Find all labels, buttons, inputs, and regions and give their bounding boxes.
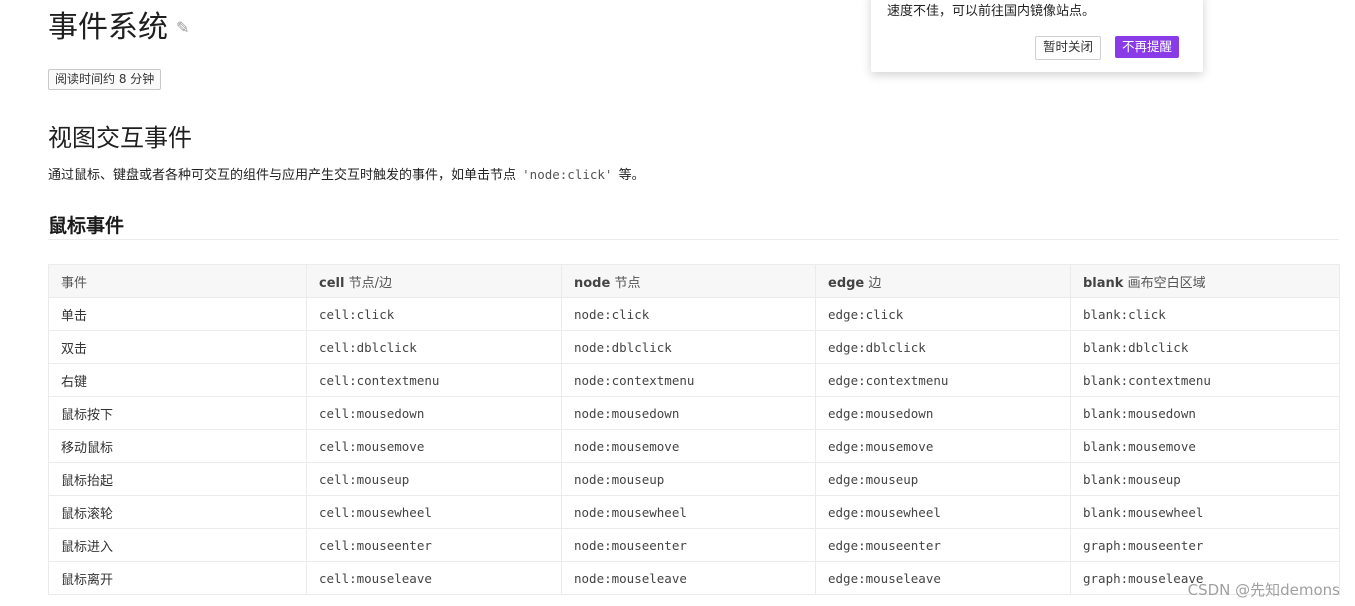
event-name-cell: 鼠标进入 <box>48 528 307 562</box>
event-code-cell: node:mousemove <box>561 429 816 463</box>
event-code-cell: cell:mouseenter <box>306 528 562 562</box>
header-blank: blank 画布空白区域 <box>1070 264 1340 298</box>
table-row: 鼠标抬起 cell:mouseup node:mouseup edge:mouseup… <box>48 462 1340 496</box>
description-text-after: 等。 <box>614 168 645 183</box>
mirror-site-popup: 速度不佳，可以前往国内镜像站点。 暂时关闭 不再提醒 <box>871 0 1203 72</box>
event-code-cell: edge:click <box>815 297 1071 331</box>
never-remind-button[interactable]: 不再提醒 <box>1115 36 1180 58</box>
description-text-before: 通过鼠标、键盘或者各种可交互的组件与应用产生交互时触发的事件，如单击节点 <box>48 168 521 183</box>
page-title: 事件系统 ✎ <box>48 2 189 46</box>
event-code-cell: graph:mouseenter <box>1070 528 1340 562</box>
event-code-cell: cell:click <box>306 297 562 331</box>
table-row: 单击 cell:click node:click edge:click blank:cl… <box>48 297 1340 331</box>
event-code-cell: cell:mouseleave <box>306 561 562 595</box>
event-name-cell: 单击 <box>48 297 307 331</box>
pencil-icon[interactable]: ✎ <box>176 18 189 37</box>
event-code-cell: cell:mousewheel <box>306 495 562 529</box>
header-node: node 节点 <box>561 264 816 298</box>
event-code-cell: blank:mousemove <box>1070 429 1340 463</box>
event-code-cell: edge:mousemove <box>815 429 1071 463</box>
table-row: 鼠标按下 cell:mousedown node:mousedown edge:mou… <box>48 396 1340 430</box>
event-name-cell: 移动鼠标 <box>48 429 307 463</box>
event-code-cell: edge:dblclick <box>815 330 1071 364</box>
event-name-cell: 鼠标按下 <box>48 396 307 430</box>
table-row: 双击 cell:dblclick node:dblclick edge:dblclic… <box>48 330 1340 364</box>
event-name-cell: 鼠标滚轮 <box>48 495 307 529</box>
header-edge: edge 边 <box>815 264 1071 298</box>
event-code-cell: edge:mouseleave <box>815 561 1071 595</box>
event-code-cell: edge:mousewheel <box>815 495 1071 529</box>
event-code-cell: edge:mouseup <box>815 462 1071 496</box>
event-code-cell: node:mouseenter <box>561 528 816 562</box>
table-row: 鼠标进入 cell:mouseenter node:mouseenter edge:m… <box>48 528 1340 562</box>
heading-divider <box>48 239 1339 240</box>
event-name-cell: 鼠标离开 <box>48 561 307 595</box>
event-code-cell: cell:mousedown <box>306 396 562 430</box>
popup-message: 速度不佳，可以前往国内镜像站点。 <box>887 4 1096 19</box>
event-code-cell: node:click <box>561 297 816 331</box>
event-code-cell: edge:mouseenter <box>815 528 1071 562</box>
event-name-cell: 右键 <box>48 363 307 397</box>
event-code-cell: cell:dblclick <box>306 330 562 364</box>
event-code-cell: blank:mousedown <box>1070 396 1340 430</box>
mouse-events-table: 事件 cell 节点/边 node 节点 edge 边 blank 画布空白区域… <box>48 264 1340 595</box>
event-code-cell: blank:contextmenu <box>1070 363 1340 397</box>
inline-code: 'node:click' <box>522 167 613 182</box>
section-heading: 视图交互事件 <box>48 124 192 152</box>
subsection-heading: 鼠标事件 <box>48 215 125 237</box>
event-code-cell: node:mouseleave <box>561 561 816 595</box>
event-code-cell: cell:contextmenu <box>306 363 562 397</box>
event-code-cell: cell:mousemove <box>306 429 562 463</box>
event-code-cell: node:mouseup <box>561 462 816 496</box>
reading-time-badge: 阅读时间约 8 分钟 <box>48 69 162 90</box>
csdn-watermark: CSDN @先知demons <box>1187 581 1340 599</box>
table-row: 鼠标离开 cell:mouseleave node:mouseleave edge:m… <box>48 561 1340 595</box>
event-code-cell: blank:mousewheel <box>1070 495 1340 529</box>
event-code-cell: node:contextmenu <box>561 363 816 397</box>
event-code-cell: edge:mousedown <box>815 396 1071 430</box>
page-title-text: 事件系统 <box>48 10 168 45</box>
event-code-cell: node:dblclick <box>561 330 816 364</box>
table-row: 右键 cell:contextmenu node:contextmenu edge:c… <box>48 363 1340 397</box>
event-name-cell: 双击 <box>48 330 307 364</box>
page: 事件系统 ✎ 阅读时间约 8 分钟 视图交互事件 通过鼠标、键盘或者各种可交互的… <box>0 0 1355 606</box>
section-description: 通过鼠标、键盘或者各种可交互的组件与应用产生交互时触发的事件，如单击节点 'no… <box>48 164 645 183</box>
event-code-cell: cell:mouseup <box>306 462 562 496</box>
header-event: 事件 <box>48 264 307 298</box>
event-code-cell: edge:contextmenu <box>815 363 1071 397</box>
event-code-cell: node:mousewheel <box>561 495 816 529</box>
event-code-cell: blank:dblclick <box>1070 330 1340 364</box>
event-code-cell: node:mousedown <box>561 396 816 430</box>
table-row: 移动鼠标 cell:mousemove node:mousemove edge:mou… <box>48 429 1340 463</box>
event-code-cell: blank:click <box>1070 297 1340 331</box>
table-header-row: 事件 cell 节点/边 node 节点 edge 边 blank 画布空白区域 <box>48 264 1340 298</box>
table-row: 鼠标滚轮 cell:mousewheel node:mousewheel edge:m… <box>48 495 1340 529</box>
header-cell: cell 节点/边 <box>306 264 562 298</box>
event-name-cell: 鼠标抬起 <box>48 462 307 496</box>
dismiss-temporarily-button[interactable]: 暂时关闭 <box>1035 36 1102 60</box>
event-code-cell: blank:mouseup <box>1070 462 1340 496</box>
